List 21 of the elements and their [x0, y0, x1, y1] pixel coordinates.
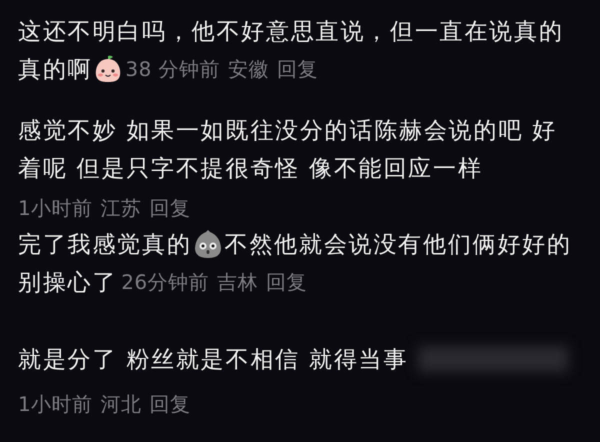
comment-time: 1小时前 — [18, 390, 93, 418]
reply-link[interactable]: 回复 — [277, 56, 318, 82]
reply-link[interactable]: 回复 — [150, 390, 191, 418]
comment-text: 感觉不妙 如果一如既往没分的话陈赫会说的吧 好 — [18, 116, 558, 146]
comment-time: 1小时前 — [18, 194, 93, 222]
reply-link[interactable]: 回复 — [266, 268, 308, 296]
shocked-emoji-icon — [192, 229, 223, 259]
comment-text: 这还不明白吗，他不好意思直说，但一直在说真的 — [18, 18, 564, 46]
comment-text: 就是分了 粉丝就是不相信 就得当事 — [18, 346, 408, 374]
comment-text: 完了我感觉真的 — [18, 230, 192, 260]
comment-text: 别操心了 — [18, 268, 118, 298]
reply-link[interactable]: 回复 — [150, 194, 191, 222]
comment-time: 38 分钟前 — [125, 56, 220, 82]
comment-time: 26分钟前 — [121, 268, 210, 296]
comment-location: 安徽 — [228, 56, 270, 82]
comment-location: 吉林 — [217, 268, 258, 296]
comment-text: 着呢 但是只字不提很奇怪 像不能回应一样 — [18, 154, 483, 184]
comment-text: 真的啊 — [18, 56, 92, 84]
comment-location: 江苏 — [100, 194, 142, 222]
comment-location: 河北 — [100, 390, 142, 418]
comment-text: 不然他就会说没有他们俩好好的 — [224, 230, 572, 260]
